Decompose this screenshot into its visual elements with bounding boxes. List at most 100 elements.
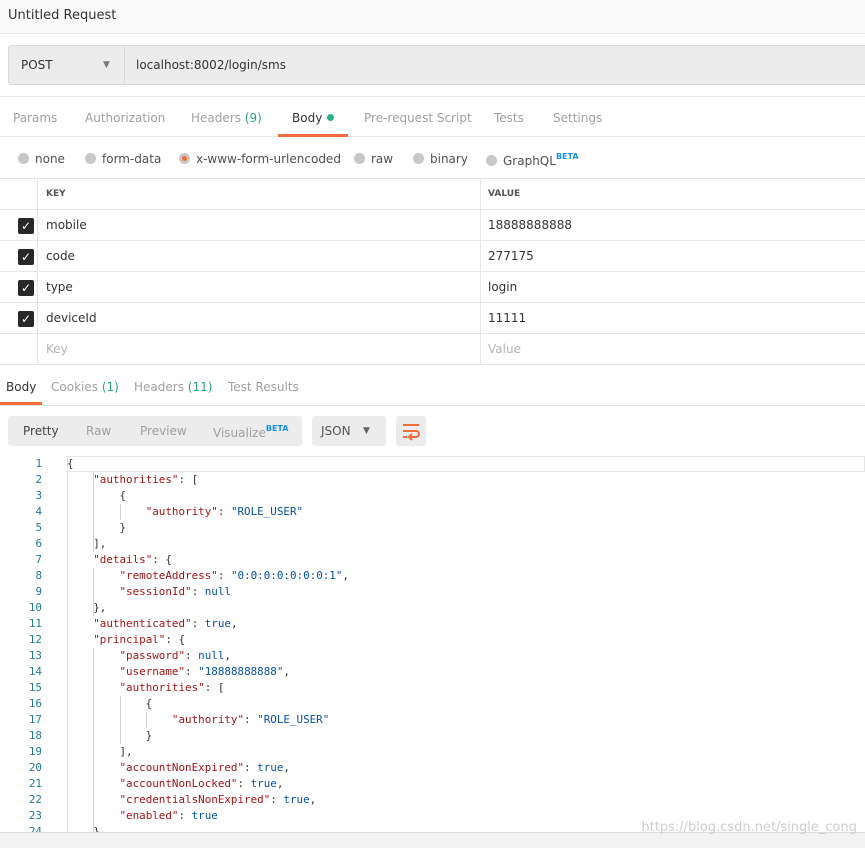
preview-button[interactable]: Preview xyxy=(140,424,187,438)
line-number: 15 xyxy=(28,681,42,694)
url-input[interactable]: localhost:8002/login/sms xyxy=(136,58,286,72)
indent-guide xyxy=(145,712,147,728)
code-line: 9 "sessionId": null xyxy=(0,584,865,600)
code-token: : { xyxy=(165,633,186,646)
code-text: "accountNonLocked": true, xyxy=(67,776,283,792)
code-token: true xyxy=(204,617,231,630)
value-cell[interactable]: 18888888888 xyxy=(480,210,865,240)
line-number: 7 xyxy=(35,553,42,566)
response-code-viewer[interactable]: 1{2 "authorities": [3 {4 "authority": "R… xyxy=(0,456,865,832)
radio-raw[interactable]: raw xyxy=(354,152,393,166)
key-cell[interactable]: type xyxy=(46,280,73,294)
method-select[interactable]: POST ▼ xyxy=(9,46,125,84)
key-cell[interactable]: mobile xyxy=(46,218,87,232)
radio-icon xyxy=(18,153,29,164)
value-cell[interactable]: 277175 xyxy=(480,241,865,271)
code-token: }, xyxy=(67,601,107,614)
wrap-lines-button[interactable] xyxy=(396,416,426,446)
code-text: "authorities": [ xyxy=(67,680,224,696)
line-number: 4 xyxy=(35,505,42,518)
row-spacer xyxy=(0,334,38,364)
tab-headers[interactable]: Headers (9) xyxy=(191,111,262,125)
tab-count: (11) xyxy=(187,380,213,394)
radio-label: none xyxy=(35,152,65,166)
code-text: } xyxy=(67,520,126,536)
line-number: 11 xyxy=(28,617,42,630)
code-line: 5 } xyxy=(0,520,865,536)
checkbox-checked-icon[interactable]: ✓ xyxy=(18,311,34,327)
pretty-button[interactable]: Pretty xyxy=(23,424,59,438)
code-token: "password" xyxy=(119,649,186,662)
code-token: : xyxy=(217,569,231,582)
caret-down-icon: ▼ xyxy=(363,426,370,436)
code-token: "details" xyxy=(93,553,153,566)
code-text: { xyxy=(67,696,153,712)
code-token: : [ xyxy=(204,681,225,694)
code-token: "enabled" xyxy=(119,809,179,822)
value-cell[interactable]: 11111 xyxy=(480,303,865,333)
radio-graphql[interactable]: GraphQLBETA xyxy=(486,152,579,168)
code-text: "accountNonExpired": true, xyxy=(67,760,290,776)
checkbox-checked-icon[interactable]: ✓ xyxy=(18,280,34,296)
tab-label: Test Results xyxy=(228,380,299,394)
code-token: null xyxy=(204,585,231,598)
key-cell[interactable]: code xyxy=(46,249,75,263)
tab-count: (9) xyxy=(244,111,262,125)
view-mode-segment: Pretty Raw Preview VisualizeBETA xyxy=(8,416,302,446)
header-spacer xyxy=(0,179,38,209)
tab-pre-request-script[interactable]: Pre-request Script xyxy=(364,111,472,125)
value-cell[interactable]: login xyxy=(480,272,865,302)
tab-body[interactable]: Body xyxy=(292,111,335,125)
tab-tests[interactable]: Tests xyxy=(494,111,524,125)
line-number: 12 xyxy=(28,633,42,646)
code-text: ], xyxy=(67,536,106,552)
code-token: : xyxy=(217,505,231,518)
code-text: }, xyxy=(67,600,106,616)
format-select[interactable]: JSON ▼ xyxy=(312,416,386,446)
radio-form-data[interactable]: form-data xyxy=(85,152,161,166)
code-line: 14 "username": "18888888888", xyxy=(0,664,865,680)
radio-binary[interactable]: binary xyxy=(413,152,468,166)
line-number: 23 xyxy=(28,809,42,822)
request-title[interactable]: Untitled Request xyxy=(8,8,116,23)
active-tab-indicator xyxy=(0,402,42,405)
tab-response-body[interactable]: Body xyxy=(6,380,36,394)
raw-button[interactable]: Raw xyxy=(86,424,111,438)
tab-authorization[interactable]: Authorization xyxy=(85,111,165,125)
code-token: "18888888888" xyxy=(198,665,284,678)
code-token: "ROLE_USER" xyxy=(230,505,304,518)
tab-response-headers[interactable]: Headers (11) xyxy=(134,380,212,394)
radio-none[interactable]: none xyxy=(18,152,65,166)
tab-cookies[interactable]: Cookies (1) xyxy=(51,380,119,394)
new-key-input[interactable]: Key xyxy=(46,342,68,356)
wrap-lines-icon xyxy=(403,424,420,441)
code-text: } xyxy=(67,824,100,832)
radio-x-www-form-urlencoded[interactable]: x-www-form-urlencoded xyxy=(179,152,341,166)
checkbox-checked-icon[interactable]: ✓ xyxy=(18,218,34,234)
radio-label: GraphQL xyxy=(503,154,556,168)
line-number: 22 xyxy=(28,793,42,806)
line-number: 16 xyxy=(28,697,42,710)
code-line: 13 "password": null, xyxy=(0,648,865,664)
indent-guide xyxy=(93,568,95,616)
code-text: { xyxy=(67,488,126,504)
active-tab-indicator xyxy=(278,134,348,137)
key-cell[interactable]: deviceId xyxy=(46,311,97,325)
tab-params[interactable]: Params xyxy=(13,111,57,125)
table-row: ✓ code 277175 xyxy=(0,241,865,272)
indent-guide xyxy=(93,472,95,552)
tab-label: Body xyxy=(6,380,37,394)
tab-test-results[interactable]: Test Results xyxy=(228,380,299,394)
visualize-button[interactable]: VisualizeBETA xyxy=(213,424,288,440)
code-text: "remoteAddress": "0:0:0:0:0:0:0:1", xyxy=(67,568,349,584)
checkbox-checked-icon[interactable]: ✓ xyxy=(18,249,34,265)
code-line: 17 "authority": "ROLE_USER" xyxy=(0,712,865,728)
tab-label: Headers xyxy=(191,111,241,125)
code-token: : { xyxy=(152,553,172,566)
code-line: 10 }, xyxy=(0,600,865,616)
new-value-input[interactable]: Value xyxy=(480,334,865,364)
tab-settings[interactable]: Settings xyxy=(553,111,602,125)
code-text: "authorities": [ xyxy=(67,472,198,488)
code-token: ], xyxy=(67,745,133,758)
